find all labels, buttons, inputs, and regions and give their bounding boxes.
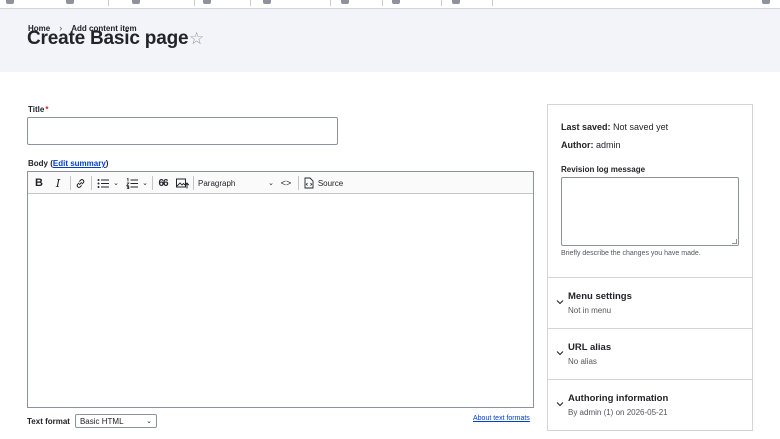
numbered-list-icon [126, 177, 139, 189]
link-icon [76, 178, 84, 188]
chevron-down-icon: ⌄ [146, 418, 152, 425]
resize-handle-icon[interactable] [732, 239, 737, 244]
about-text-formats-link[interactable]: About text formats [473, 415, 530, 422]
chevron-down-icon: ⌄ [268, 180, 274, 187]
body-editor: B I ⌄ ⌄ 66 Paragraph ⌄ <> Source [27, 171, 534, 408]
text-format-label: Text format [27, 416, 70, 426]
toolbar-icon[interactable] [341, 0, 349, 4]
toolbar-divider [330, 0, 331, 6]
text-format-value: Basic HTML [79, 416, 124, 426]
body-label-prefix: Body ( [28, 159, 53, 168]
editor-content-area[interactable] [28, 195, 533, 407]
body-label-suffix: ) [105, 159, 109, 168]
menu-icon[interactable] [6, 0, 14, 4]
author-label: Author: [561, 140, 594, 150]
source-button-label: Source [317, 178, 344, 188]
title-input[interactable] [27, 117, 338, 145]
bulleted-list-icon [97, 178, 110, 188]
edit-summary-link[interactable]: Edit summary [53, 159, 106, 168]
meta-sidebar: Last saved: Not saved yet Author: admin … [547, 104, 753, 431]
body-label: Body (Edit summary) [28, 159, 108, 168]
toolbar-separator [298, 176, 299, 190]
code-button[interactable]: <> [277, 175, 295, 191]
toolbar-separator [193, 176, 194, 190]
source-button[interactable]: Source [302, 175, 344, 191]
chevron-down-icon [556, 402, 564, 407]
chevron-down-icon [556, 351, 564, 356]
toolbar-divider [250, 0, 251, 6]
italic-button[interactable]: I [51, 175, 65, 191]
authoring-information-title: Authoring information [568, 393, 669, 404]
toolbar-divider [441, 0, 442, 6]
revision-log-help: Briefly describe the changes you have ma… [561, 250, 701, 257]
url-alias-section[interactable]: URL alias No alias [548, 328, 752, 379]
editor-toolbar: B I ⌄ ⌄ 66 Paragraph ⌄ <> Source [28, 172, 533, 194]
toolbar-icon[interactable] [66, 0, 74, 4]
toolbar-separator [70, 176, 71, 190]
page-title: Create Basic page [27, 28, 189, 49]
menu-settings-title: Menu settings [568, 291, 632, 302]
bulleted-list-button[interactable]: ⌄ [95, 175, 121, 191]
blockquote-button[interactable]: 66 [156, 175, 170, 191]
url-alias-title: URL alias [568, 342, 612, 353]
heading-dropdown[interactable]: Paragraph ⌄ [198, 175, 274, 191]
menu-settings-summary: Not in menu [568, 306, 612, 315]
toolbar-divider [492, 0, 493, 6]
toolbar-divider [108, 0, 109, 6]
admin-toolbar [0, 0, 780, 9]
heading-dropdown-value: Paragraph [198, 178, 236, 188]
title-label-text: Title [28, 105, 45, 114]
link-button[interactable] [73, 175, 87, 191]
revision-log-textarea[interactable] [561, 177, 739, 246]
chevron-down-icon [556, 300, 564, 305]
toolbar-divider [382, 0, 383, 6]
insert-image-icon [175, 178, 189, 188]
last-saved: Last saved: Not saved yet [561, 122, 668, 132]
author: Author: admin [561, 140, 621, 150]
last-saved-label: Last saved: [561, 122, 611, 132]
source-icon [304, 177, 314, 189]
menu-settings-section[interactable]: Menu settings Not in menu [548, 277, 752, 328]
last-saved-value: Not saved yet [613, 122, 669, 132]
favorite-star-icon[interactable]: ☆ [189, 29, 204, 49]
toolbar-icon[interactable] [452, 0, 460, 4]
toolbar-icon[interactable] [263, 0, 271, 4]
title-label: Title* [28, 105, 48, 114]
authoring-information-section[interactable]: Authoring information By admin (1) on 20… [548, 379, 752, 430]
authoring-information-summary: By admin (1) on 2026-05-21 [568, 408, 668, 417]
toolbar-icon[interactable] [203, 0, 211, 4]
required-marker: * [45, 105, 49, 114]
toolbar-icon[interactable] [132, 0, 140, 4]
chevron-down-icon: ⌄ [142, 180, 148, 187]
bold-button[interactable]: B [32, 175, 46, 191]
toolbar-separator [91, 176, 92, 190]
toolbar-divider [194, 0, 195, 6]
numbered-list-button[interactable]: ⌄ [124, 175, 150, 191]
toolbar-icon[interactable] [392, 0, 400, 4]
insert-image-button[interactable] [174, 175, 190, 191]
text-format-select[interactable]: Basic HTML ⌄ [74, 414, 157, 428]
text-format-row: Text format Basic HTML ⌄ [27, 414, 157, 428]
toolbar-separator [152, 176, 153, 190]
author-value: admin [596, 140, 621, 150]
url-alias-summary: No alias [568, 357, 597, 366]
chevron-down-icon: ⌄ [113, 180, 119, 187]
revision-log-label: Revision log message [561, 165, 646, 174]
toolbar-icon[interactable] [762, 0, 770, 4]
